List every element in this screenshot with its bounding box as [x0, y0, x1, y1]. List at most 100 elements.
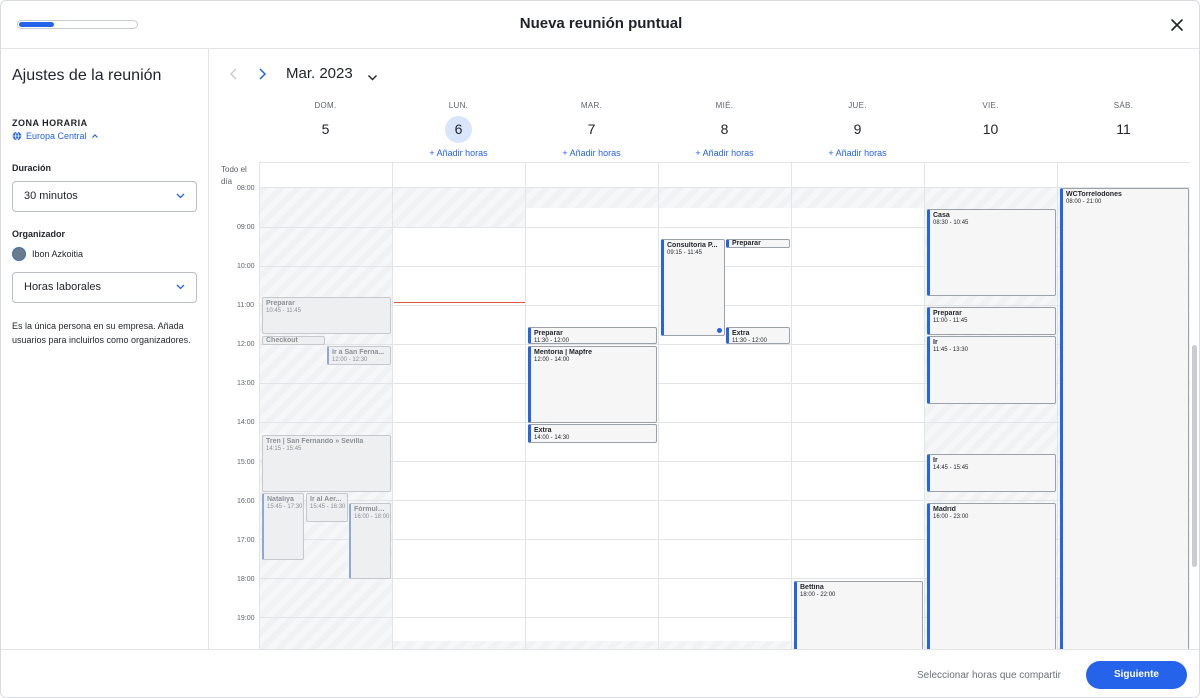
day-header: SÁB. 11	[1057, 101, 1190, 143]
day-of-week: VIE.	[982, 101, 999, 110]
week-grid[interactable]: Preparar 10:45 - 11:45 Checkout Ir a San …	[259, 162, 1190, 649]
add-hours-label: Añadir horas	[569, 148, 621, 158]
calendar-event[interactable]: Ir al Aer... 15:45 - 16:30	[306, 493, 348, 522]
calendar-event[interactable]: Nataliya 15:45 - 17:30	[262, 493, 304, 560]
event-time: 18:00 - 22:00	[800, 592, 836, 598]
event-title: Ir	[933, 339, 938, 346]
event-time: 14:00 - 14:30	[534, 435, 570, 441]
close-icon[interactable]	[1167, 15, 1187, 35]
calendar-event[interactable]: Ir 14:45 - 15:45	[927, 454, 1056, 492]
calendar-event[interactable]: Madrid 16:00 - 23:00	[927, 503, 1056, 649]
working-hours-value: Horas laborales	[24, 281, 102, 293]
time-label: 11:00	[237, 302, 254, 309]
calendar-event[interactable]: Preparar	[726, 239, 790, 248]
organizer-name: Ibon Azkoitia	[32, 249, 84, 259]
event-time: 11:30 - 12:00	[534, 338, 569, 344]
calendar-event[interactable]: Checkout	[262, 336, 325, 345]
duration-label: Duración	[12, 163, 52, 173]
day-column[interactable]	[659, 163, 792, 649]
day-of-week: LUN.	[448, 101, 469, 110]
event-time: 08:00 - 21:00	[1066, 199, 1102, 205]
calendar-event[interactable]: Bettina 18:00 - 22:00	[794, 581, 923, 649]
organizer-label: Organizador	[12, 229, 66, 239]
calendar-event[interactable]: Ir 11:45 - 13:30	[927, 336, 1056, 404]
time-label: 09:00	[237, 224, 255, 231]
add-hours-label: Añadir horas	[436, 148, 488, 158]
day-number: 5	[321, 121, 330, 137]
add-hours-link[interactable]: + Añadir horas	[791, 148, 924, 158]
duration-select[interactable]: 30 minutos	[12, 181, 197, 212]
dialog-header: Nueva reunión puntual	[1, 1, 1199, 49]
duration-value: 30 minutos	[24, 190, 78, 202]
day-number: 9	[853, 121, 862, 137]
calendar-event[interactable]: Fórmula 1 16:00 - 18:00	[349, 503, 391, 579]
event-title: Ir a San Ferna...	[332, 349, 385, 356]
day-number: 8	[720, 121, 729, 137]
calendar-event[interactable]: Casa 08:30 - 10:45	[927, 209, 1056, 296]
event-title: Mentoria | Mapfre	[534, 349, 592, 356]
calendar-event[interactable]: WCTorrelodones 08:00 - 21:00	[1060, 188, 1189, 649]
event-time: 12:00 - 12:30	[332, 357, 368, 363]
add-hours-link[interactable]: + Añadir horas	[658, 148, 791, 158]
event-title: Preparar	[534, 330, 563, 337]
time-label: 08:00	[237, 185, 255, 192]
day-header: DOM. 5	[259, 101, 392, 143]
prev-week-button[interactable]	[227, 61, 241, 92]
calendar-event[interactable]: Consultoría P... 09:15 - 11:45	[661, 239, 725, 336]
time-label: 14:00	[237, 419, 255, 426]
day-of-week: DOM.	[314, 101, 337, 110]
time-label: 16:00	[237, 498, 255, 505]
event-title: Preparar	[933, 310, 962, 317]
event-title: Bettina	[800, 584, 824, 591]
timezone-value: Europa Central	[26, 131, 87, 141]
sync-dot-icon	[717, 328, 722, 333]
event-time: 11:30 - 12:00	[732, 338, 767, 344]
day-column[interactable]	[792, 163, 925, 649]
event-title: WCTorrelodones	[1066, 191, 1122, 198]
chevron-down-icon	[176, 193, 185, 199]
add-hours-label: Añadir horas	[702, 148, 754, 158]
chevron-down-icon	[176, 284, 185, 290]
next-button[interactable]: Siguiente	[1086, 661, 1187, 689]
event-title: Preparar	[266, 300, 295, 307]
day-column[interactable]	[393, 163, 526, 649]
add-hours-link[interactable]: + Añadir horas	[525, 148, 658, 158]
event-title: Preparar	[732, 240, 761, 247]
calendar-event[interactable]: Tren | San Fernando » Sevilla 14:15 - 15:…	[262, 435, 391, 492]
calendar-event[interactable]: Preparar 11:30 - 12:00	[528, 327, 657, 344]
day-number: 7	[587, 121, 596, 137]
calendar-event[interactable]: Extra 14:00 - 14:30	[528, 424, 657, 443]
globe-icon	[12, 131, 22, 141]
event-title: Ir al Aer...	[310, 496, 342, 503]
event-title: Ir	[933, 457, 938, 464]
day-header: MAR. 7	[525, 101, 658, 143]
dialog-footer: Seleccionar horas que compartir Siguient…	[1, 649, 1199, 697]
calendar-event[interactable]: Preparar 10:45 - 11:45	[262, 297, 391, 334]
calendar-event[interactable]: Ir a San Ferna... 12:00 - 12:30	[327, 346, 391, 365]
settings-sidebar: Ajustes de la reunión ZONA HORARIA Europ…	[1, 49, 209, 649]
timezone-label: ZONA HORARIA	[12, 118, 88, 128]
add-hours-link[interactable]: + Añadir horas	[392, 148, 525, 158]
scrollbar[interactable]	[1192, 345, 1197, 567]
time-label: 10:00	[237, 263, 255, 270]
event-title: Checkout	[266, 337, 298, 344]
day-number: 11	[1116, 121, 1131, 137]
event-time: 12:00 - 14:00	[534, 357, 570, 363]
working-hours-select[interactable]: Horas laborales	[12, 272, 197, 303]
event-time: 15:45 - 16:30	[310, 504, 346, 510]
month-label: Mar. 2023	[286, 65, 353, 82]
calendar-event[interactable]: Extra 11:30 - 12:00	[726, 327, 790, 344]
next-week-button[interactable]	[255, 61, 269, 92]
chevron-down-icon[interactable]	[367, 69, 378, 87]
calendar-event[interactable]: Mentoria | Mapfre 12:00 - 14:00	[528, 346, 657, 423]
event-time: 08:30 - 10:45	[933, 220, 969, 226]
calendar-event[interactable]: Preparar 11:00 - 11:45	[927, 307, 1056, 335]
time-label: 13:00	[237, 380, 255, 387]
event-time: 16:00 - 18:00	[354, 514, 390, 520]
event-title: Madrid	[933, 506, 956, 513]
chevron-left-icon	[229, 68, 237, 80]
time-label: 12:00	[237, 341, 255, 348]
timezone-selector[interactable]: Europa Central	[12, 131, 99, 141]
day-header: VIE. 10	[924, 101, 1057, 143]
chevron-up-icon	[91, 134, 98, 138]
